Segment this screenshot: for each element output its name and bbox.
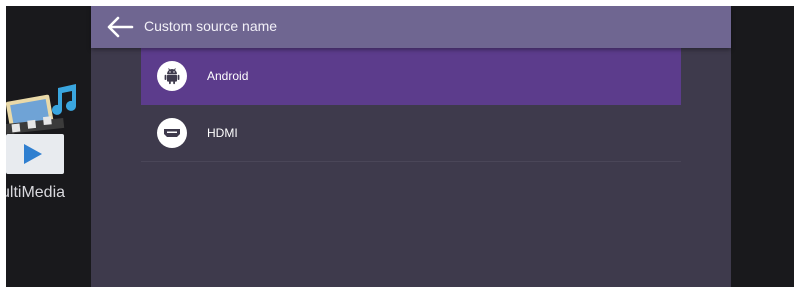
custom-source-name-dialog: Custom source name Android HDMI: [91, 6, 731, 287]
background-app-multimedia: ultiMedia: [6, 84, 90, 214]
source-item-hdmi[interactable]: HDMI: [141, 105, 681, 162]
source-label: HDMI: [207, 126, 238, 140]
source-list: Android HDMI: [141, 48, 681, 162]
dialog-title: Custom source name: [144, 18, 278, 34]
arrow-left-icon: [107, 16, 134, 38]
back-button[interactable]: [105, 15, 135, 39]
hdmi-icon: [157, 118, 187, 148]
multimedia-icon: [6, 84, 76, 174]
dialog-header: Custom source name: [91, 6, 731, 48]
android-icon: [157, 61, 187, 91]
source-item-android[interactable]: Android: [141, 48, 681, 105]
background-app-label: ultiMedia: [6, 184, 66, 201]
screen: ultiMedia Custom source name Android HDM…: [6, 6, 794, 287]
source-label: Android: [207, 69, 249, 83]
